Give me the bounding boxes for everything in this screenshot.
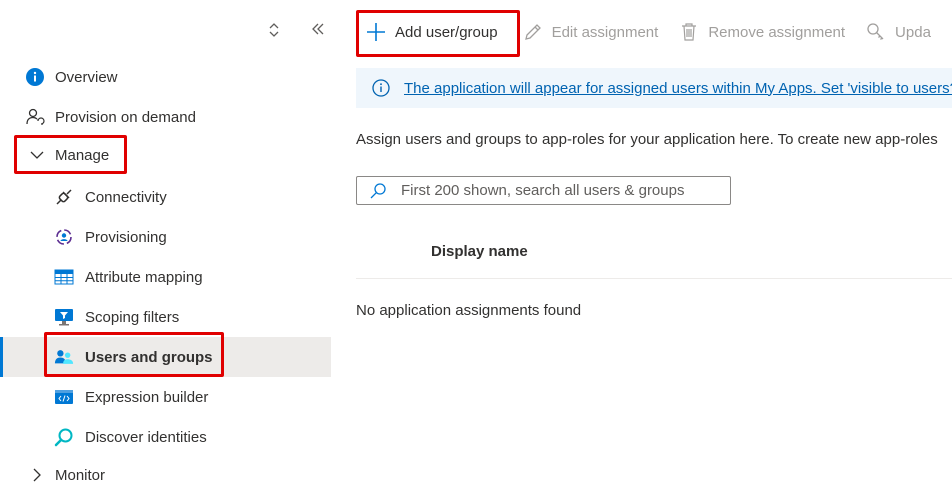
chevron-right-icon	[27, 465, 47, 485]
sidebar-item-overview[interactable]: Overview	[0, 57, 331, 97]
sidebar-item-scoping-filters[interactable]: Scoping filters	[0, 297, 331, 337]
empty-state-message: No application assignments found	[356, 302, 582, 319]
sidebar-item-attribute-mapping[interactable]: Attribute mapping	[0, 257, 331, 297]
sidebar-item-expression-builder[interactable]: Expression builder	[0, 377, 331, 417]
provisioning-icon	[54, 227, 74, 247]
sidebar-item-label: Attribute mapping	[85, 268, 203, 286]
sidebar-item-label: Discover identities	[85, 428, 207, 446]
sidebar-item-provisioning[interactable]: Provisioning	[0, 217, 331, 257]
pencil-icon	[522, 21, 544, 43]
highlight-box-users-and-groups	[44, 332, 224, 377]
plug-icon	[54, 187, 74, 207]
column-header-display-name[interactable]: Display name	[431, 243, 528, 260]
sidebar-item-discover-identities[interactable]: Discover identities	[0, 417, 331, 457]
sidebar-item-label: Provisioning	[85, 228, 167, 246]
sidebar: Overview Provision on demand Manage Conn…	[0, 0, 331, 496]
sort-icon[interactable]	[266, 22, 282, 42]
search-input[interactable]	[401, 182, 721, 199]
sidebar-item-label: Connectivity	[85, 188, 167, 206]
edit-assignment-label: Edit assignment	[551, 23, 659, 41]
user-sync-icon	[25, 107, 45, 127]
sidebar-item-label: Monitor	[55, 466, 106, 484]
edit-assignment-button[interactable]: Edit assignment	[514, 10, 667, 54]
collapse-sidebar-icon[interactable]	[310, 22, 326, 42]
info-banner: The application will appear for assigned…	[356, 68, 952, 108]
sidebar-item-label: Overview	[55, 68, 118, 86]
highlight-box-manage	[14, 135, 127, 174]
sidebar-top-controls	[266, 22, 326, 42]
table-header-divider	[356, 278, 952, 279]
key-icon	[865, 21, 887, 43]
highlight-box-add-user-group	[356, 10, 520, 57]
update-label: Upda	[895, 23, 931, 41]
sidebar-item-monitor[interactable]: Monitor	[0, 455, 331, 495]
search-icon	[369, 182, 387, 200]
search-icon	[54, 427, 74, 447]
search-box[interactable]	[356, 176, 731, 205]
table-icon	[54, 267, 74, 287]
info-banner-link[interactable]: The application will appear for assigned…	[404, 80, 952, 97]
monitor-filter-icon	[54, 307, 74, 327]
page-description: Assign users and groups to app-roles for…	[356, 131, 938, 148]
code-icon	[54, 387, 74, 407]
remove-assignment-button[interactable]: Remove assignment	[670, 10, 853, 54]
sidebar-item-connectivity[interactable]: Connectivity	[0, 177, 331, 217]
sidebar-item-label: Provision on demand	[55, 108, 196, 126]
sidebar-item-label: Scoping filters	[85, 308, 180, 326]
remove-assignment-label: Remove assignment	[708, 23, 846, 41]
info-outline-icon	[372, 79, 390, 97]
info-icon	[25, 67, 45, 87]
update-button[interactable]: Upda	[857, 10, 939, 54]
sidebar-item-provision-on-demand[interactable]: Provision on demand	[0, 97, 331, 137]
sidebar-item-label: Expression builder	[85, 388, 209, 406]
trash-icon	[678, 21, 700, 43]
